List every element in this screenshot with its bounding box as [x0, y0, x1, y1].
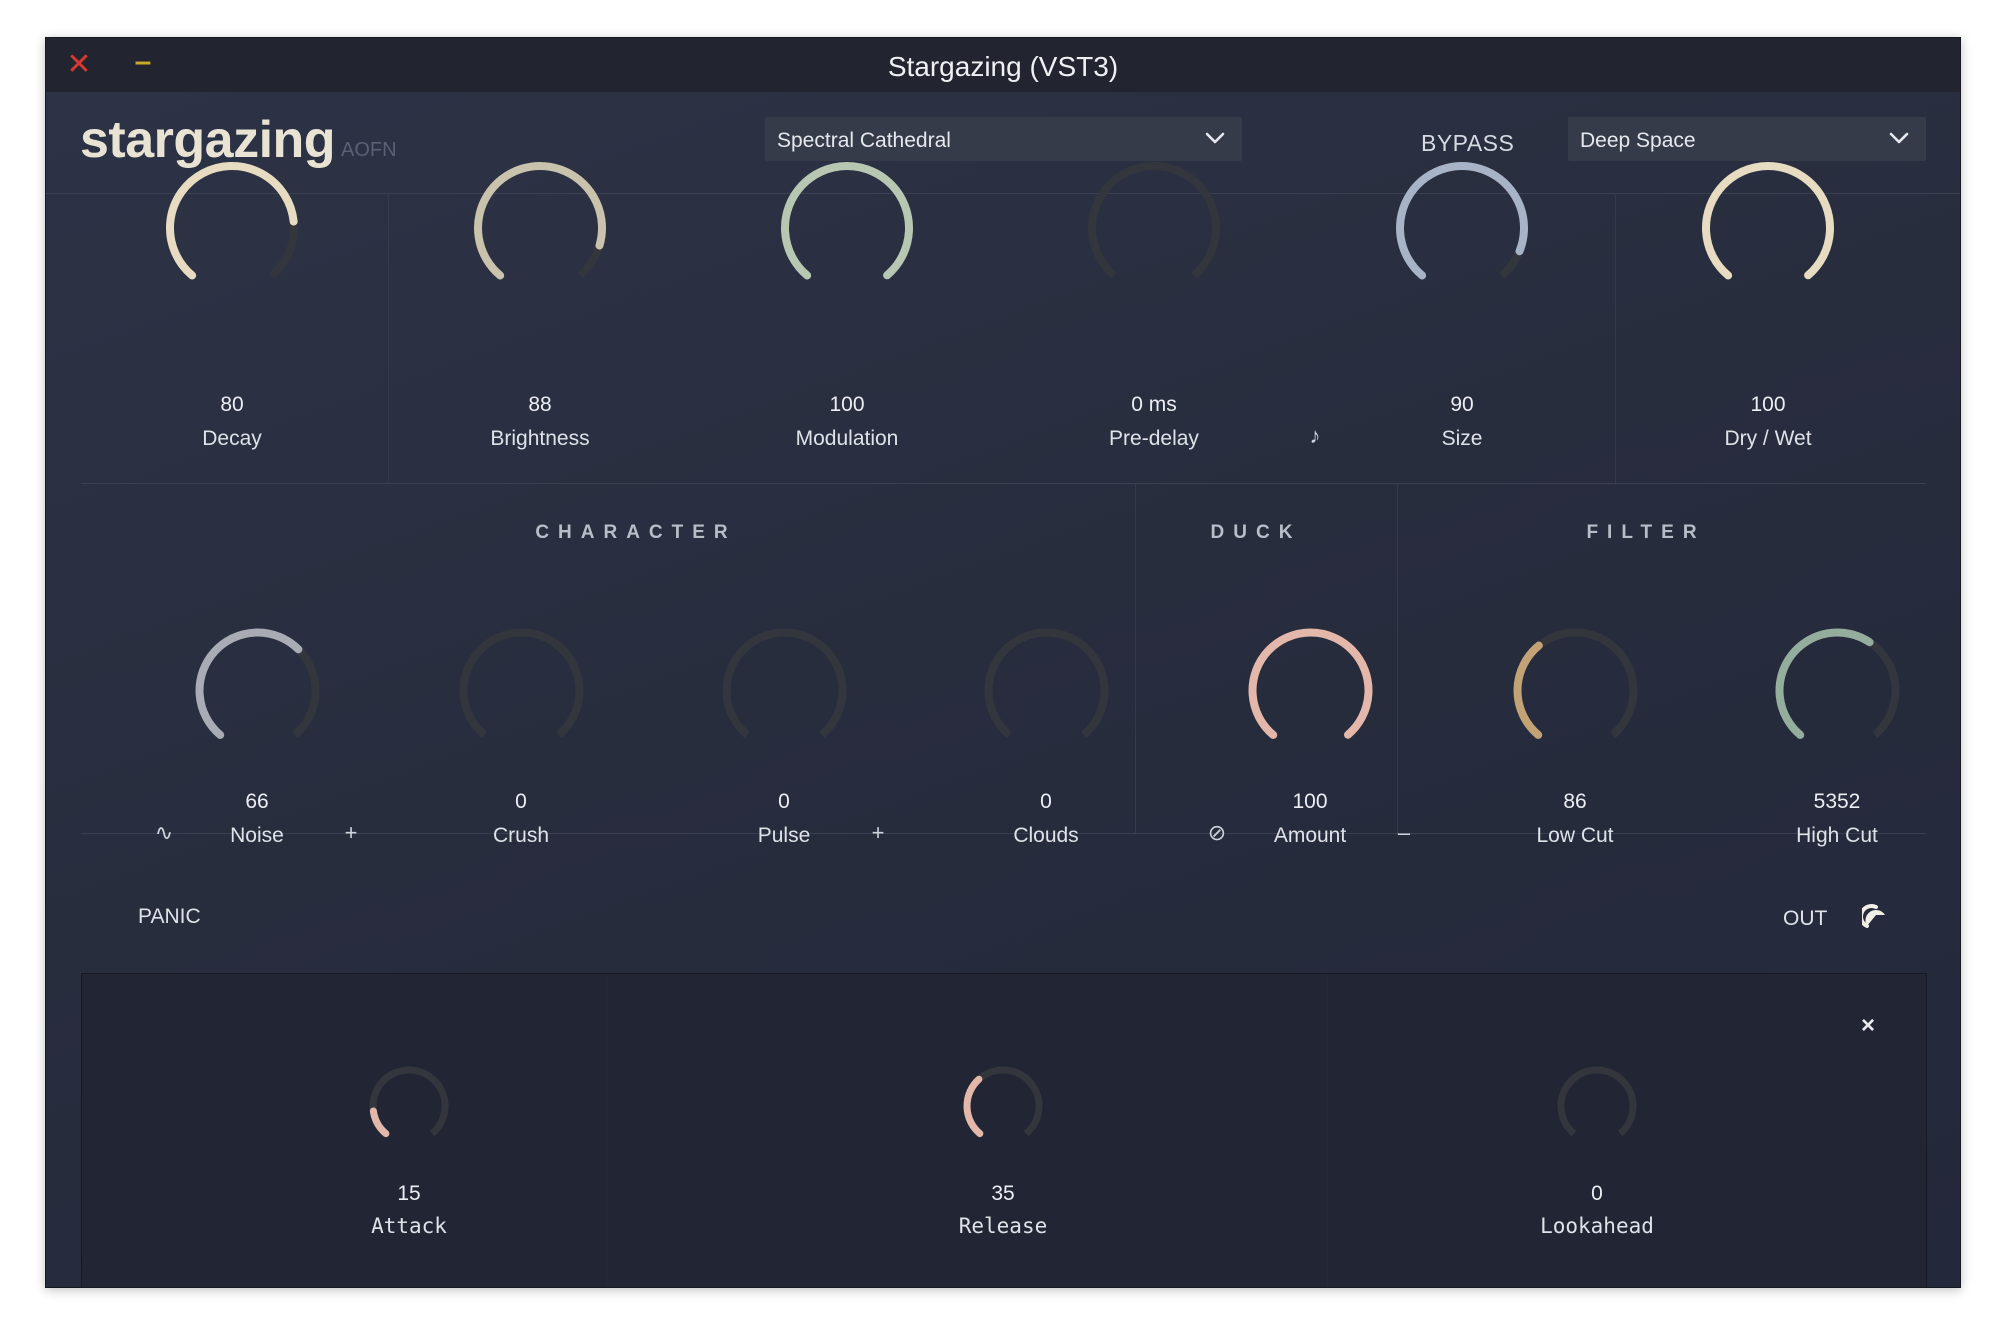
lookahead-value[interactable]: 0	[1497, 1182, 1697, 1206]
tempo-sync-icon[interactable]: ♪	[1300, 423, 1330, 449]
character-section-title: CHARACTER	[535, 522, 737, 543]
low-cut-value[interactable]: 86	[1475, 790, 1675, 814]
brightness-value[interactable]: 88	[440, 393, 640, 417]
output-meter-icon[interactable]	[1862, 903, 1890, 931]
plugin-body: stargazing AOFN Spectral Cathedral BYPAS…	[46, 92, 1960, 1287]
pre-delay-knob[interactable]	[1079, 153, 1229, 303]
size-knob-wrap	[1387, 153, 1537, 308]
modulation-knob[interactable]	[772, 153, 922, 303]
output-label: OUT	[1783, 907, 1828, 930]
window-title: Stargazing (VST3)	[887, 51, 1119, 82]
crush-knob-wrap	[449, 618, 594, 768]
panel-divider	[1327, 974, 1328, 1287]
title-bar: ✕ – Stargazing (VST3)	[46, 38, 1960, 93]
high-cut-knob[interactable]	[1765, 618, 1910, 763]
chevron-down-icon	[1889, 132, 1909, 144]
chevron-down-icon	[1205, 132, 1225, 144]
decay-knob-wrap	[157, 153, 307, 308]
clouds-knob[interactable]	[974, 618, 1119, 763]
attack-value[interactable]: 15	[309, 1182, 509, 1206]
decay-knob[interactable]	[157, 153, 307, 303]
column-divider	[388, 193, 389, 483]
duck-section-title: DUCK	[1210, 522, 1302, 543]
pulse-knob-wrap	[712, 618, 857, 768]
plugin-window: ✕ – Stargazing (VST3) stargazing AOFN Sp…	[45, 37, 1961, 1288]
lookahead-label: Lookahead	[1540, 1214, 1654, 1238]
dry-wet-knob[interactable]	[1693, 153, 1843, 303]
preset-value: Spectral Cathedral	[777, 129, 951, 152]
pulse-knob[interactable]	[712, 618, 857, 763]
pulse-value[interactable]: 0	[684, 790, 884, 814]
section-divider	[1397, 483, 1398, 833]
pre-delay-knob-wrap	[1079, 153, 1229, 308]
size-knob[interactable]	[1387, 153, 1537, 303]
plugin-header: stargazing AOFN Spectral Cathedral BYPAS…	[46, 92, 1960, 194]
crush-label: Crush	[492, 824, 550, 847]
vendor-label: AOFN	[341, 139, 397, 161]
modulation-knob-wrap	[772, 153, 922, 308]
noise-knob[interactable]	[185, 618, 330, 763]
clouds-value[interactable]: 0	[946, 790, 1146, 814]
noise-label: Noise	[230, 824, 284, 847]
noise-plus-icon[interactable]: +	[336, 820, 366, 846]
brightness-knob[interactable]	[465, 153, 615, 303]
high-cut-label: High Cut	[1796, 824, 1878, 847]
lookahead-knob-wrap	[1547, 1056, 1647, 1161]
panel-divider	[606, 974, 607, 1287]
amount-value[interactable]: 100	[1210, 790, 1410, 814]
column-divider	[1615, 193, 1616, 483]
brightness-label: Brightness	[490, 427, 590, 450]
pulse-label: Pulse	[757, 824, 811, 847]
noise-shape-icon[interactable]: ∿	[149, 820, 179, 846]
attack-label: Attack	[371, 1214, 447, 1238]
crush-value[interactable]: 0	[421, 790, 621, 814]
low-cut-knob[interactable]	[1503, 618, 1648, 763]
release-value[interactable]: 35	[903, 1182, 1103, 1206]
low-cut-knob-wrap	[1503, 618, 1648, 768]
size-value[interactable]: 90	[1362, 393, 1562, 417]
amount-label: Amount	[1273, 824, 1347, 847]
filter-section-title: FILTER	[1586, 522, 1706, 543]
size-label: Size	[1441, 427, 1483, 450]
panic-button[interactable]: PANIC	[138, 905, 201, 929]
dry-wet-knob-wrap	[1693, 153, 1843, 308]
link-icon[interactable]: ⊘	[1202, 820, 1232, 846]
attack-knob[interactable]	[359, 1056, 459, 1156]
dry-wet-value[interactable]: 100	[1668, 393, 1868, 417]
section-divider	[1135, 483, 1136, 833]
release-knob[interactable]	[953, 1056, 1053, 1156]
noise-knob-wrap	[185, 618, 330, 768]
noise-value[interactable]: 66	[157, 790, 357, 814]
row-divider	[81, 483, 1926, 484]
close-panel-button[interactable]: ×	[1861, 1012, 1875, 1040]
amount-minus-icon[interactable]: –	[1389, 820, 1419, 846]
clouds-knob-wrap	[974, 618, 1119, 768]
mode-value: Deep Space	[1580, 129, 1696, 152]
pulse-plus-icon[interactable]: +	[863, 820, 893, 846]
low-cut-label: Low Cut	[1536, 824, 1614, 847]
decay-label: Decay	[202, 427, 262, 450]
pre-delay-label: Pre-delay	[1109, 427, 1199, 450]
dry-wet-label: Dry / Wet	[1724, 427, 1812, 450]
clouds-label: Clouds	[1013, 824, 1079, 847]
release-knob-wrap	[953, 1056, 1053, 1161]
decay-value[interactable]: 80	[132, 393, 332, 417]
modulation-label: Modulation	[795, 427, 899, 450]
high-cut-value[interactable]: 5352	[1737, 790, 1937, 814]
pre-delay-value[interactable]: 0 ms	[1054, 393, 1254, 417]
crush-knob[interactable]	[449, 618, 594, 763]
attack-knob-wrap	[359, 1056, 459, 1161]
modulation-value[interactable]: 100	[747, 393, 947, 417]
high-cut-knob-wrap	[1765, 618, 1910, 768]
release-label: Release	[958, 1214, 1048, 1238]
lookahead-knob[interactable]	[1547, 1056, 1647, 1156]
amount-knob-wrap	[1238, 618, 1383, 768]
amount-knob[interactable]	[1238, 618, 1383, 763]
brightness-knob-wrap	[465, 153, 615, 308]
